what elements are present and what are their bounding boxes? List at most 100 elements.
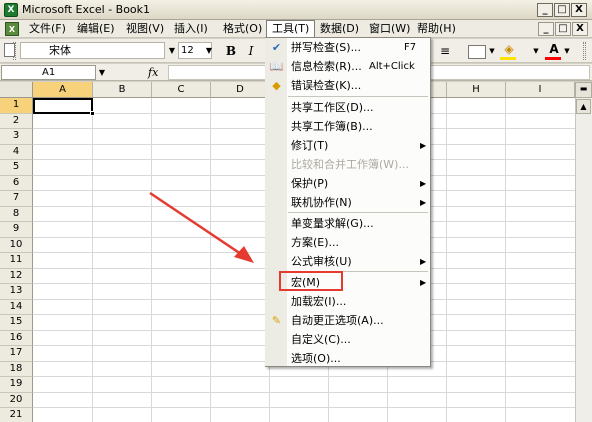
grid-row-line [33, 376, 575, 377]
doc-minimize-button[interactable]: _ [538, 22, 554, 36]
maximize-button[interactable]: □ [554, 3, 570, 17]
indent-icon[interactable]: ≡ [436, 42, 454, 60]
tools-menu-label: 修订(T) [291, 139, 329, 152]
row-header-14[interactable]: 14 [0, 299, 33, 315]
menu-insert[interactable]: 插入(I) [169, 20, 213, 38]
row-header-17[interactable]: 17 [0, 346, 33, 362]
menu-view[interactable]: 视图(V) [121, 20, 169, 38]
chevron-down-icon[interactable]: ▼ [167, 42, 177, 59]
submenu-arrow-icon: ▶ [420, 257, 427, 266]
column-header-d[interactable]: D [211, 82, 270, 98]
doc-restore-button[interactable]: □ [555, 22, 571, 36]
row-header-19[interactable]: 19 [0, 377, 33, 393]
tools-menu-label: 加载宏(I)... [291, 295, 347, 308]
menu-separator [288, 96, 428, 97]
fx-icon[interactable]: fx [148, 65, 162, 80]
submenu-arrow-icon: ▶ [420, 141, 427, 150]
tools-menu-label: 选项(O)... [291, 352, 341, 365]
document-icon[interactable]: X [5, 22, 19, 36]
column-header-b[interactable]: B [93, 82, 152, 98]
column-header-a[interactable]: A [33, 82, 93, 98]
italic-button[interactable]: I [242, 42, 260, 60]
row-header-12[interactable]: 12 [0, 268, 33, 284]
vertical-scrollbar[interactable] [575, 82, 592, 422]
grid-column-line [210, 98, 211, 422]
toolbar-options-icon[interactable] [583, 42, 586, 60]
grid-column-line [92, 98, 93, 422]
name-box[interactable]: A1 [1, 65, 96, 80]
font-name-field[interactable]: 宋体 [20, 42, 165, 59]
minimize-button[interactable]: _ [537, 3, 553, 17]
row-header-3[interactable]: 3 [0, 129, 33, 145]
tools-menu-label: 信息检索(R)... [291, 60, 362, 73]
excel-icon[interactable]: X [4, 3, 18, 17]
row-header-5[interactable]: 5 [0, 160, 33, 176]
grid-column-line [151, 98, 152, 422]
row-header-20[interactable]: 20 [0, 392, 33, 408]
menu-window[interactable]: 窗口(W) [364, 20, 415, 38]
font-color-button[interactable]: A [545, 40, 563, 58]
spelling-icon: ✔ [271, 41, 282, 54]
row-header-21[interactable]: 21 [0, 408, 33, 422]
tools-menu-label: 单变量求解(G)... [291, 217, 374, 230]
submenu-arrow-icon: ▶ [420, 278, 427, 287]
scroll-up-icon[interactable]: ▲ [576, 99, 591, 114]
row-header-9[interactable]: 9 [0, 222, 33, 238]
row-header-2[interactable]: 2 [0, 113, 33, 129]
row-header-6[interactable]: 6 [0, 175, 33, 191]
tools-menu-shortcut: F7 [404, 42, 417, 53]
row-header-16[interactable]: 16 [0, 330, 33, 346]
column-header-i[interactable]: I [506, 82, 575, 98]
row-header-13[interactable]: 13 [0, 284, 33, 300]
menu-tools[interactable]: 工具(T) [266, 20, 316, 38]
row-header-18[interactable]: 18 [0, 361, 33, 377]
window-title: Microsoft Excel - Book1 [22, 3, 151, 16]
menu-file[interactable]: 文件(F) [24, 20, 71, 38]
fill-color-swatch [500, 57, 516, 60]
menu-separator [288, 212, 428, 213]
menu-edit[interactable]: 编辑(E) [72, 20, 120, 38]
column-header-c[interactable]: C [152, 82, 211, 98]
chevron-down-icon[interactable]: ▼ [563, 42, 571, 60]
doc-close-button[interactable]: X [572, 22, 588, 36]
grid-column-line [505, 98, 506, 422]
select-all-corner[interactable] [0, 82, 33, 98]
tools-menu-label: 错误检查(K)... [291, 79, 362, 92]
row-header-7[interactable]: 7 [0, 191, 33, 207]
fill-handle[interactable] [90, 111, 95, 116]
autocorrect-icon: ✎ [271, 314, 282, 327]
row-header-15[interactable]: 15 [0, 315, 33, 331]
new-document-icon[interactable] [4, 43, 15, 57]
row-header-1[interactable]: 1 [0, 98, 33, 114]
chevron-down-icon[interactable]: ▼ [488, 42, 496, 60]
tools-menu-label: 公式审核(U) [291, 255, 352, 268]
chevron-down-icon[interactable]: ▼ [532, 42, 540, 60]
row-header-4[interactable]: 4 [0, 144, 33, 160]
submenu-arrow-icon: ▶ [420, 179, 427, 188]
row-header-10[interactable]: 10 [0, 237, 33, 253]
tools-menu-label: 自动更正选项(A)... [291, 314, 384, 327]
research-icon: 📖 [269, 60, 284, 73]
grid-row-line [33, 407, 575, 408]
menu-bar: 文件(F) 编辑(E) 视图(V) 插入(I) 格式(O) 工具(T) 数据(D… [0, 20, 592, 38]
fill-color-icon[interactable]: ◈ [500, 40, 518, 58]
close-button[interactable]: X [571, 3, 587, 17]
bold-button[interactable]: B [222, 42, 240, 60]
menu-help[interactable]: 帮助(H) [412, 20, 461, 38]
chevron-down-icon[interactable]: ▼ [96, 65, 108, 80]
split-box[interactable]: ▬ [575, 82, 592, 98]
grid-column-line [446, 98, 447, 422]
borders-icon[interactable] [468, 45, 486, 59]
menu-format[interactable]: 格式(O) [218, 20, 267, 38]
row-header-11[interactable]: 11 [0, 253, 33, 269]
tools-menu-shortcut: Alt+Click [369, 61, 415, 72]
menu-data[interactable]: 数据(D) [315, 20, 364, 38]
tools-menu-label: 拼写检查(S)... [291, 41, 362, 54]
tools-menu-label: 比较和合并工作簿(W)... [291, 158, 409, 171]
column-header-h[interactable]: H [447, 82, 506, 98]
error-check-icon: ◆ [272, 79, 281, 92]
active-cell[interactable] [33, 98, 93, 114]
row-header-8[interactable]: 8 [0, 206, 33, 222]
tools-menu-label: 自定义(C)... [291, 333, 351, 346]
chevron-down-icon[interactable]: ▼ [204, 42, 214, 59]
